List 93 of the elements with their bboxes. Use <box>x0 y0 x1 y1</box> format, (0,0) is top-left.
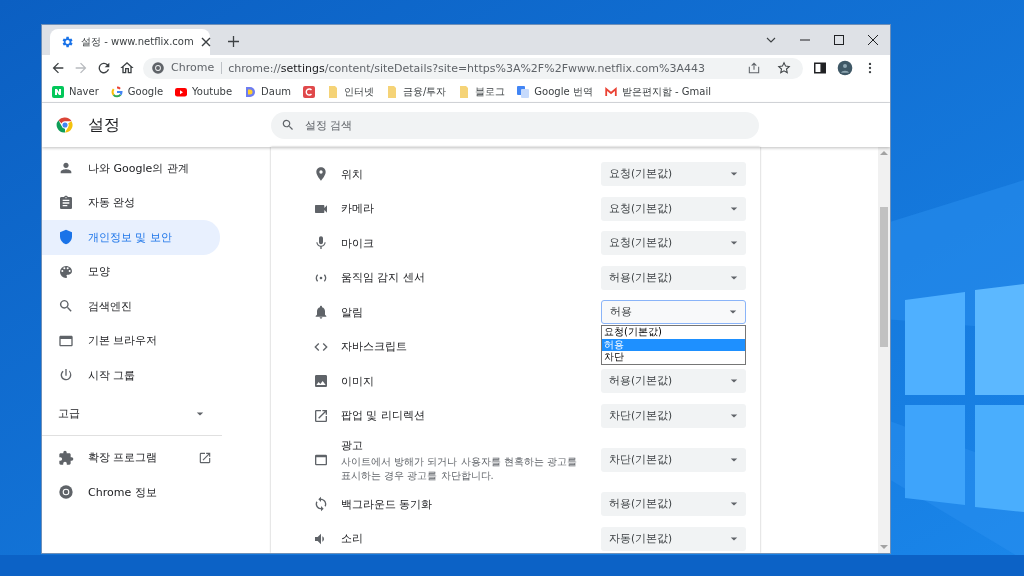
permission-label: 팝업 및 리디렉션 <box>341 408 426 424</box>
sidebar-item[interactable]: 나와 Google의 관계 <box>42 151 220 186</box>
permission-dropdown[interactable]: 차단(기본값) <box>601 403 746 428</box>
permission-label: 소리 <box>341 531 364 547</box>
permission-label: 광고 <box>341 437 364 453</box>
search-field[interactable]: 설정 검색 <box>271 111 759 139</box>
browser-tab[interactable]: 설정 - www.netflix.com <box>50 29 210 55</box>
dropdown-option[interactable]: 요청(기본값) <box>602 326 745 339</box>
permission-description: 사이트에서 방해가 되거나 사용자를 현혹하는 광고를 표시하는 경우 광고를 차단합니다. <box>341 454 578 483</box>
chrome-logo-icon <box>151 61 165 75</box>
permission-dropdown[interactable]: 허용(기본값) <box>601 265 746 290</box>
sidebar-item[interactable]: 시작 그룹 <box>42 358 220 393</box>
close-icon[interactable] <box>868 35 878 45</box>
permission-dropdown[interactable]: 요청(기본값) <box>601 162 746 187</box>
maximize-icon[interactable] <box>834 35 844 45</box>
share-icon[interactable] <box>747 61 761 75</box>
permission-dropdown[interactable]: 허용(기본값) <box>601 492 746 517</box>
sync-icon <box>313 496 329 513</box>
daum-icon <box>244 85 257 98</box>
chrome-logo-icon <box>58 484 74 501</box>
permission-dropdown[interactable]: 허용(기본값) <box>601 369 746 394</box>
bookmark[interactable]: Youtube <box>175 85 233 98</box>
permission-label: 마이크 <box>341 235 375 251</box>
gear-icon <box>60 35 74 49</box>
site-label: Chrome <box>171 62 223 74</box>
sidebar-item[interactable]: 검색엔진 <box>42 289 220 324</box>
bookmark[interactable]: Daum <box>244 85 291 98</box>
chevron-down-icon[interactable] <box>766 35 776 45</box>
permission-dropdown[interactable]: 요청(기본값) <box>601 196 746 221</box>
caret-icon <box>730 411 738 420</box>
image-icon <box>313 373 329 390</box>
shield-icon <box>58 229 74 246</box>
close-icon[interactable] <box>200 37 211 47</box>
permission-label: 움직임 감지 센서 <box>341 270 426 286</box>
bookmark[interactable]: Naver <box>52 85 99 98</box>
sidebar-item[interactable]: 모양 <box>42 254 220 289</box>
scrollbar[interactable] <box>878 147 890 553</box>
translate-icon <box>517 85 530 98</box>
permission-label: 이미지 <box>341 373 375 389</box>
avatar-icon[interactable] <box>837 60 853 76</box>
sidebar-item[interactable]: 확장 프로그램 <box>42 440 220 475</box>
bookmark[interactable] <box>303 85 315 98</box>
sidebar-item[interactable]: 개인정보 및 보안 <box>42 220 220 255</box>
bookmark[interactable]: 블로그 <box>458 84 506 99</box>
url-text: chrome://settings/content/siteDetails?site=https%3A%2F%2Fwww.netflix.com%3A443 <box>228 61 705 75</box>
caret-icon <box>730 456 738 464</box>
scrollbar-thumb[interactable] <box>880 207 888 347</box>
sidebar-item[interactable]: 기본 브라우저 <box>42 323 220 358</box>
caret-icon <box>730 204 738 213</box>
google-icon <box>110 85 123 98</box>
folder-icon <box>458 85 471 98</box>
bookmark[interactable]: Google <box>110 85 164 98</box>
sidebar-item[interactable]: 자동 완성 <box>42 185 220 220</box>
advanced-toggle[interactable]: 고급 <box>42 396 220 431</box>
permission-label: 카메라 <box>341 201 375 217</box>
bell-icon <box>313 304 329 321</box>
caret-icon <box>730 534 738 543</box>
dropdown-option[interactable]: 차단 <box>602 351 745 364</box>
folder-icon <box>327 85 339 98</box>
bookmark[interactable]: 금융/투자 <box>386 84 447 99</box>
side-panel-icon[interactable] <box>813 61 827 75</box>
page-title: 설정 <box>88 114 121 136</box>
play-icon <box>175 85 188 98</box>
permission-label: 위치 <box>341 166 364 182</box>
permission-label: 알림 <box>341 304 364 320</box>
bookmark[interactable]: 받은편지함 - Gmail <box>604 84 711 99</box>
external-link-icon <box>313 407 329 424</box>
location-pin-icon <box>313 166 329 183</box>
bookmark[interactable]: Google 번역 <box>517 84 593 99</box>
naver-icon <box>52 85 64 98</box>
bookmark[interactable]: 인터넷 <box>327 84 374 99</box>
caret-icon <box>730 273 738 282</box>
permission-dropdown[interactable]: 허용 <box>601 300 746 325</box>
sidebar-item[interactable]: Chrome 정보 <box>42 475 220 510</box>
search-icon <box>281 118 295 132</box>
permission-dropdown[interactable]: 요청(기본값) <box>601 231 746 256</box>
star-icon[interactable] <box>777 61 791 75</box>
permission-dropdown[interactable]: 자동(기본값) <box>601 526 746 551</box>
mail-icon <box>604 85 617 98</box>
clipboard-icon <box>58 194 74 211</box>
permission-dropdown[interactable]: 차단(기본값) <box>601 448 746 472</box>
app-icon <box>303 85 315 98</box>
window-icon <box>313 452 329 468</box>
home-icon[interactable] <box>118 60 135 76</box>
puzzle-icon <box>58 449 74 466</box>
chrome-logo-icon <box>56 116 74 134</box>
permission-label: 백그라운드 동기화 <box>341 496 434 512</box>
new-tab-icon[interactable] <box>228 36 239 47</box>
address-bar[interactable]: Chrome chrome://settings/content/siteDetails?site=https%3A%2F%2Fwww.netflix.com%3A443 <box>143 57 803 79</box>
microphone-icon <box>313 235 329 252</box>
permission-label: 자바스크립트 <box>341 339 408 355</box>
palette-icon <box>58 263 74 280</box>
folder-icon <box>386 85 398 98</box>
